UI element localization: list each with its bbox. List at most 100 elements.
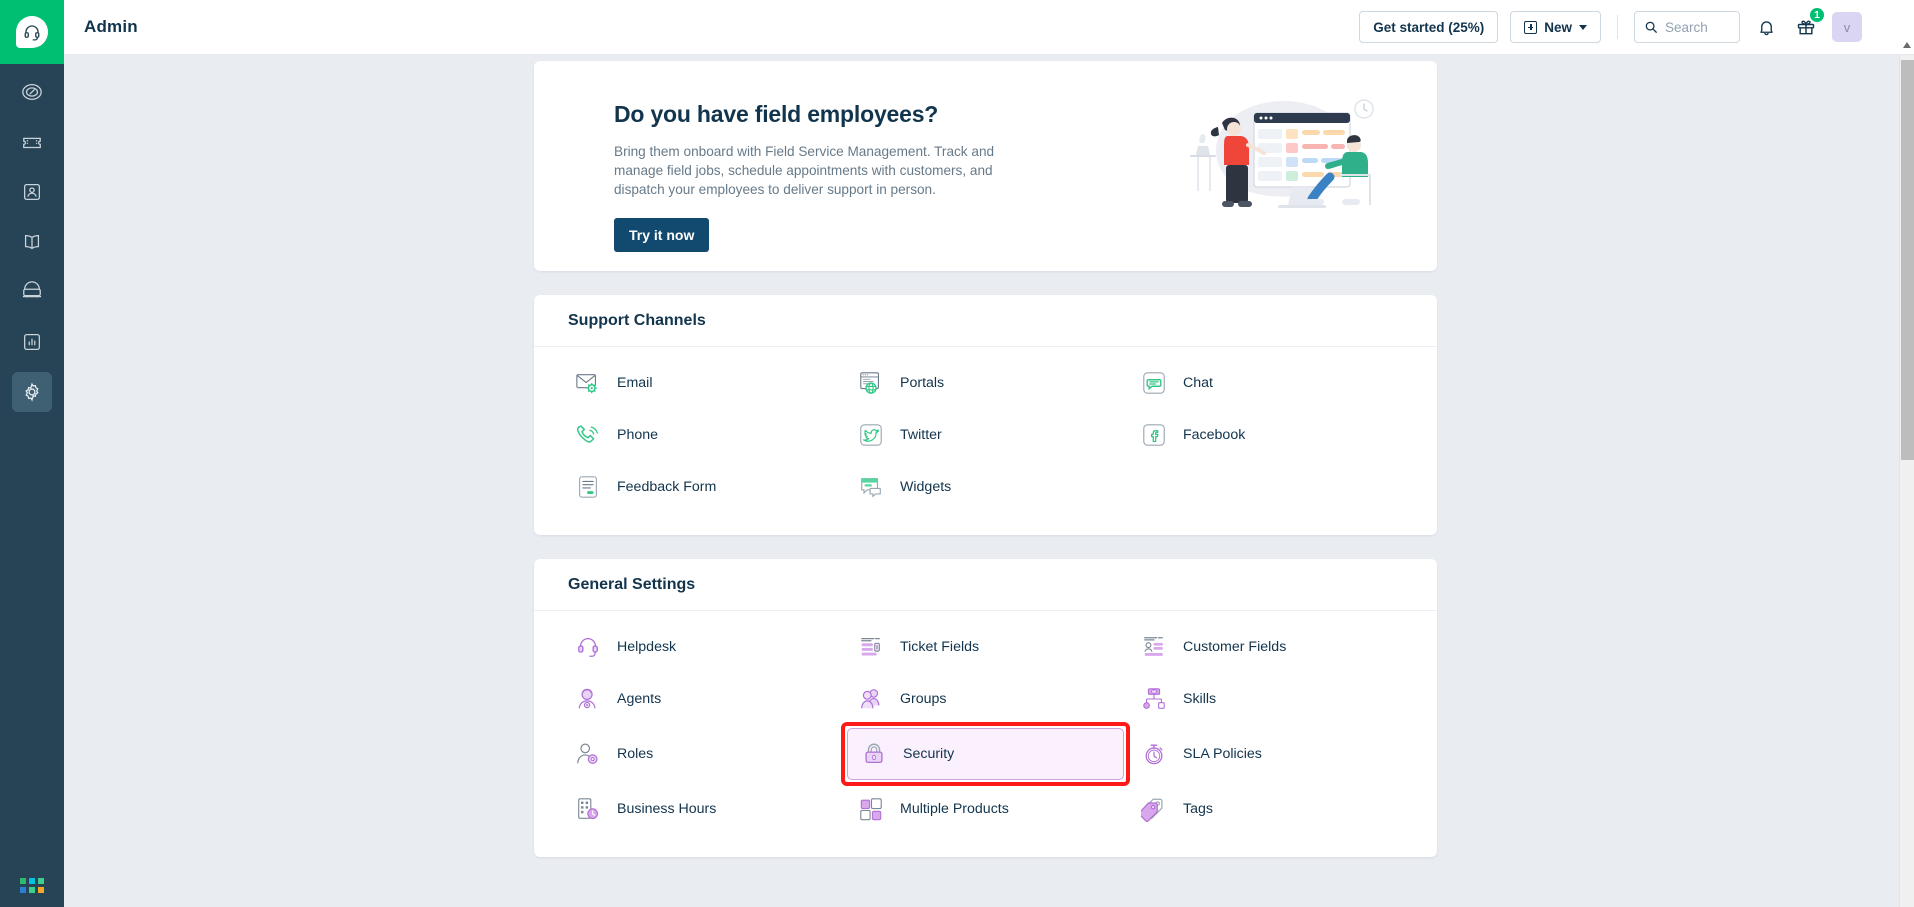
- tile-roles[interactable]: Roles: [561, 725, 844, 783]
- tile-label: Facebook: [1183, 427, 1246, 443]
- tile-tags[interactable]: Tags: [1127, 783, 1410, 835]
- feedback-form-icon: [574, 473, 602, 501]
- business-hours-icon: [574, 795, 602, 823]
- sla-policies-icon: [1140, 740, 1168, 768]
- tile-label: Chat: [1183, 375, 1213, 391]
- roles-icon: [574, 740, 602, 768]
- page-title: Admin: [84, 17, 138, 36]
- tile-label: Phone: [617, 427, 659, 443]
- twitter-icon: [857, 421, 885, 449]
- tile-facebook[interactable]: Facebook: [1127, 409, 1410, 461]
- content-column: Do you have field employees? Bring them …: [534, 55, 1437, 857]
- avatar[interactable]: v: [1832, 12, 1862, 42]
- tile-helpdesk[interactable]: Helpdesk: [561, 621, 844, 673]
- scroll-thumb[interactable]: [1901, 60, 1914, 460]
- chat-icon: [1140, 369, 1168, 397]
- tile-business-hours[interactable]: Business Hours: [561, 783, 844, 835]
- tags-icon: [1140, 795, 1168, 823]
- tile-label: Groups: [900, 691, 947, 707]
- tile-label: Business Hours: [617, 801, 717, 817]
- general-settings-grid: Helpdesk Ticket Fields Customer Fields A…: [534, 611, 1437, 857]
- tile-label: Portals: [900, 375, 945, 391]
- general-settings-card: General Settings Helpdesk Ticket Fields …: [534, 559, 1437, 857]
- new-button[interactable]: New: [1510, 11, 1601, 43]
- tile-label: Ticket Fields: [900, 639, 980, 655]
- sidebar-item-dashboard[interactable]: [12, 72, 52, 112]
- tile-empty: [1127, 461, 1410, 513]
- page-scrollbar[interactable]: [1899, 42, 1914, 907]
- tile-label: Roles: [617, 746, 654, 762]
- customer-fields-icon: [1140, 633, 1168, 661]
- tile-ticket-fields[interactable]: Ticket Fields: [844, 621, 1127, 673]
- agents-icon: [574, 685, 602, 713]
- tile-widgets[interactable]: Widgets: [844, 461, 1127, 513]
- tile-sla-policies[interactable]: SLA Policies: [1127, 725, 1410, 783]
- app-switcher-icon: [20, 878, 44, 893]
- support-channels-card: Support Channels Email Portals Chat Phon…: [534, 295, 1437, 535]
- header-divider: [1617, 15, 1618, 39]
- phone-icon: [574, 421, 602, 449]
- ticket-fields-icon: [857, 633, 885, 661]
- app-switcher[interactable]: [0, 878, 64, 893]
- notifications-button[interactable]: [1752, 13, 1780, 41]
- scroll-up-arrow-icon[interactable]: [1903, 42, 1911, 48]
- security-highlight-box: Security: [841, 722, 1130, 786]
- search-icon: [1645, 21, 1657, 33]
- tile-security[interactable]: Security: [847, 728, 1124, 780]
- admin-page: Admin Get started (25%) New Search 1 v D…: [0, 0, 1914, 907]
- app-logo[interactable]: [0, 0, 64, 64]
- tile-chat[interactable]: Chat: [1127, 357, 1410, 409]
- tile-label: Twitter: [900, 427, 942, 443]
- search-input[interactable]: [1634, 11, 1740, 43]
- tile-label: SLA Policies: [1183, 746, 1262, 762]
- widgets-icon: [857, 473, 885, 501]
- tile-label: Email: [617, 375, 653, 391]
- chevron-down-icon: [1579, 24, 1587, 30]
- get-started-label: Get started (25%): [1373, 19, 1485, 35]
- tile-customer-fields[interactable]: Customer Fields: [1127, 621, 1410, 673]
- sidebar-item-contacts[interactable]: [12, 172, 52, 212]
- freshdesk-logo-icon: [16, 16, 48, 48]
- tile-feedback-form[interactable]: Feedback Form: [561, 461, 844, 513]
- tile-phone[interactable]: Phone: [561, 409, 844, 461]
- security-lock-icon: [860, 740, 888, 768]
- tile-label: Security: [903, 746, 955, 762]
- rail-item-list: [12, 72, 52, 412]
- plus-icon: [1524, 20, 1538, 34]
- promo-banner-card: Do you have field employees? Bring them …: [534, 61, 1437, 271]
- tile-label: Helpdesk: [617, 639, 677, 655]
- tile-label: Widgets: [900, 479, 952, 495]
- tile-label: Multiple Products: [900, 801, 1009, 817]
- new-label: New: [1544, 19, 1572, 35]
- tile-label: Tags: [1183, 801, 1213, 817]
- header-actions: Get started (25%) New Search 1 v: [1359, 7, 1914, 43]
- tile-skills[interactable]: Skills: [1127, 673, 1410, 725]
- groups-icon: [857, 685, 885, 713]
- tile-multiple-products[interactable]: Multiple Products: [844, 783, 1127, 835]
- support-channels-heading: Support Channels: [534, 295, 1437, 347]
- bell-icon: [1759, 20, 1773, 35]
- left-nav-rail: [0, 0, 64, 907]
- get-started-button[interactable]: Get started (25%): [1359, 11, 1499, 43]
- offers-badge: 1: [1809, 7, 1825, 23]
- tile-label: Feedback Form: [617, 479, 717, 495]
- offers-button[interactable]: 1: [1792, 7, 1825, 41]
- try-it-now-button[interactable]: Try it now: [614, 218, 710, 252]
- helpdesk-icon: [574, 633, 602, 661]
- sidebar-item-analytics[interactable]: [12, 322, 52, 362]
- promo-banner-description: Bring them onboard with Field Service Ma…: [614, 144, 995, 197]
- search-field[interactable]: [1665, 19, 1725, 35]
- sidebar-item-solutions[interactable]: [12, 222, 52, 262]
- facebook-icon: [1140, 421, 1168, 449]
- tile-portals[interactable]: Portals: [844, 357, 1127, 409]
- tile-agents[interactable]: Agents: [561, 673, 844, 725]
- portals-icon: [857, 369, 885, 397]
- sidebar-item-social[interactable]: [12, 272, 52, 312]
- tile-email[interactable]: Email: [561, 357, 844, 409]
- tile-groups[interactable]: Groups: [844, 673, 1127, 725]
- tile-label: Customer Fields: [1183, 639, 1287, 655]
- sidebar-item-tickets[interactable]: [12, 122, 52, 162]
- sidebar-item-admin[interactable]: [12, 372, 52, 412]
- tile-twitter[interactable]: Twitter: [844, 409, 1127, 461]
- skills-icon: [1140, 685, 1168, 713]
